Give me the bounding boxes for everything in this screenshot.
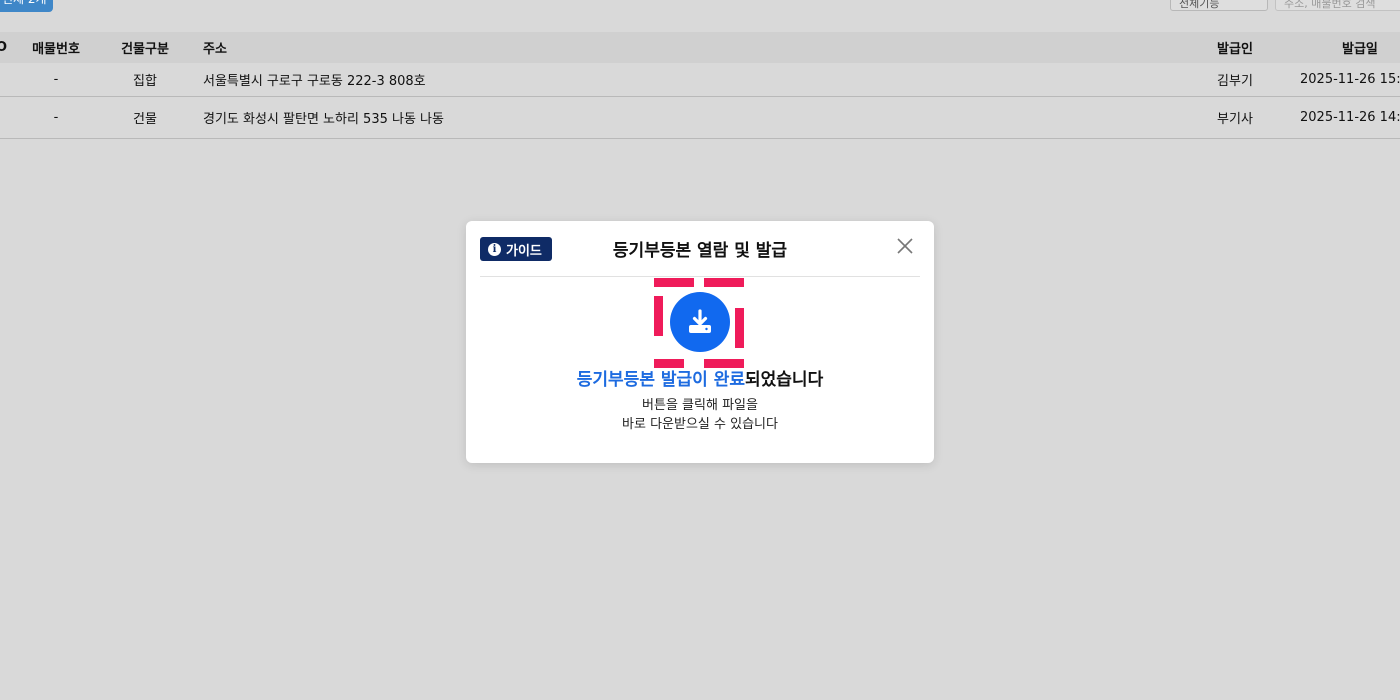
page: 전체 2개 전체기능 주소, 매물번호 검색 O 매물번호 건물구분 주소 발급…	[0, 0, 1400, 700]
description-line-1: 버튼을 클릭해 파일을	[642, 398, 758, 413]
modal-title: 등기부등본 열람 및 발급	[612, 241, 788, 261]
table-row[interactable]: - 집합 서울특별시 구로구 구로동 222-3 808호 김부기 2025-1…	[0, 63, 1400, 97]
table-header: O 매물번호 건물구분 주소 발급인 발급일	[0, 32, 1400, 63]
completion-highlight: 등기부등본 발급이 완료	[576, 370, 746, 390]
issuance-table: O 매물번호 건물구분 주소 발급인 발급일 - 집합 서울특별시 구로구 구로…	[0, 32, 1400, 139]
cell-address: 서울특별시 구로구 구로동 222-3 808호	[203, 74, 426, 89]
total-count-label: 전체 2개	[2, 0, 47, 12]
download-button[interactable]	[670, 292, 730, 352]
description-line-2: 바로 다운받으실 수 있습니다	[622, 417, 778, 432]
search-placeholder: 주소, 매물번호 검색	[1284, 0, 1376, 10]
completion-message: 등기부등본 발급이 완료되었습니다	[466, 365, 934, 390]
cell-property-no: -	[53, 72, 59, 87]
header-issuer[interactable]: 발급인	[1210, 38, 1260, 57]
cell-issuer: 부기사	[1217, 112, 1253, 127]
completion-rest: 되었습니다	[745, 370, 824, 390]
frame-dash	[654, 296, 663, 336]
header-property-no[interactable]: 매물번호	[30, 38, 82, 57]
cell-building-type: 집합	[133, 74, 157, 89]
search-input[interactable]: 주소, 매물번호 검색	[1275, 0, 1400, 11]
header-address[interactable]: 주소	[203, 38, 227, 57]
download-description: 버튼을 클릭해 파일을 바로 다운받으실 수 있습니다	[466, 396, 934, 434]
table-row[interactable]: - 건물 경기도 화성시 팔탄면 노하리 535 나동 나동 부기사 2025-…	[0, 97, 1400, 139]
frame-dash	[654, 278, 694, 287]
cell-building-type: 건물	[133, 112, 157, 127]
close-button[interactable]	[896, 237, 914, 255]
header-id: O	[0, 40, 8, 55]
cell-address: 경기도 화성시 팔탄면 노하리 535 나동 나동	[203, 112, 444, 127]
registry-modal: i 가이드 등기부등본 열람 및 발급 등기부등본 발급이 완료되었습니다 버튼…	[466, 221, 934, 463]
frame-dash	[704, 278, 744, 287]
header-building-type[interactable]: 건물구분	[115, 38, 175, 57]
frame-dash	[735, 308, 744, 348]
cell-issued-at: 2025-11-26 14:17	[1300, 110, 1400, 125]
download-highlight-frame	[654, 278, 744, 368]
download-icon	[689, 309, 711, 333]
filter-select-value: 전체기능	[1179, 0, 1220, 10]
total-count-badge: 전체 2개	[0, 0, 53, 12]
modal-divider	[480, 276, 920, 277]
close-icon	[897, 238, 913, 254]
cell-issued-at: 2025-11-26 15:24	[1300, 72, 1400, 87]
cell-issuer: 김부기	[1217, 74, 1253, 89]
filter-select[interactable]: 전체기능	[1170, 0, 1268, 11]
cell-property-no: -	[53, 110, 59, 125]
header-issued-at[interactable]: 발급일	[1342, 38, 1400, 57]
